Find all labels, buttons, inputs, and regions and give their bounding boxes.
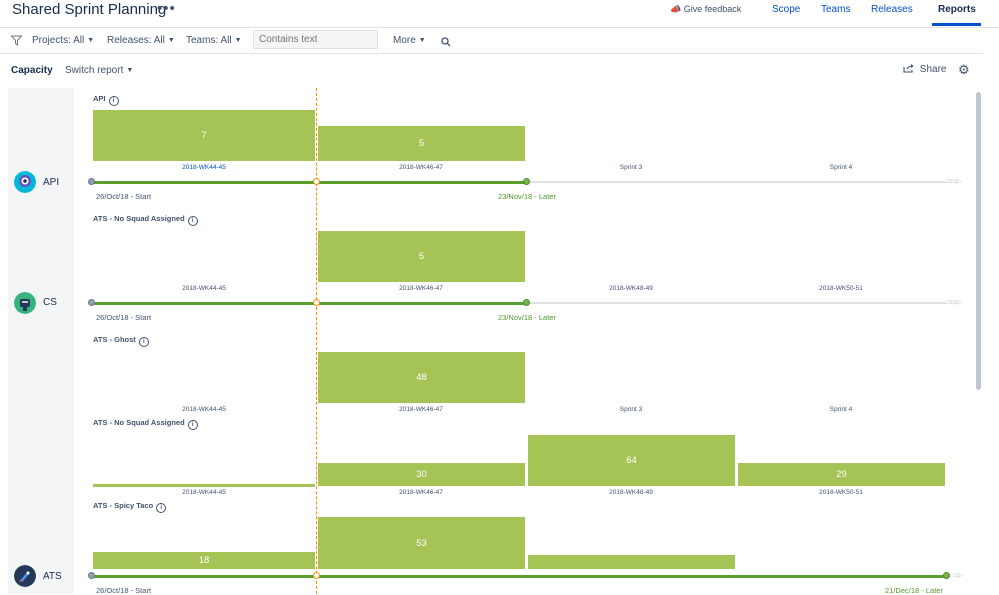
sprint-label: 2018-WK46-47: [399, 164, 443, 171]
more-actions-button[interactable]: •••: [157, 0, 176, 17]
capacity-bar[interactable]: 53: [318, 517, 525, 569]
timeline-today-handle[interactable]: [313, 299, 320, 306]
info-icon[interactable]: i: [187, 216, 198, 226]
capacity-bar[interactable]: 29: [738, 463, 945, 486]
timeline-start-handle[interactable]: [88, 572, 95, 579]
timeline-start-handle[interactable]: [88, 178, 95, 185]
timeline-today-handle[interactable]: [313, 178, 320, 185]
sprint-label: 2018-WK50-51: [819, 489, 863, 496]
sprint-label: 2018-WK46-47: [399, 489, 443, 496]
active-tab-indicator: [932, 23, 981, 26]
sprint-label: 2018-WK46-47: [399, 285, 443, 292]
api-avatar: [14, 171, 36, 198]
filter-icon: [10, 33, 23, 51]
sprint-label: Sprint 4: [829, 406, 853, 413]
section-title: ATS - No Squad Assigned i: [93, 418, 198, 430]
cs-avatar: [14, 292, 36, 319]
section-title: ATS - No Squad Assigned i: [93, 214, 198, 226]
section-title: API i: [93, 94, 119, 106]
sprint-label: Sprint 3: [619, 164, 643, 171]
team-label-api: API: [43, 177, 60, 188]
capacity-bar[interactable]: 64: [528, 435, 735, 486]
info-icon[interactable]: i: [138, 337, 149, 347]
switch-report-dropdown[interactable]: Switch report ▼: [65, 65, 133, 76]
timeline-end-handle[interactable]: [943, 572, 950, 579]
search-input[interactable]: [253, 30, 378, 49]
sprint-label: 2018-WK48-49: [609, 489, 653, 496]
timeline-start-date: 26/Oct/18 - Start: [96, 192, 152, 201]
sprint-label: Sprint 3: [619, 406, 643, 413]
tab-releases[interactable]: Releases: [871, 4, 913, 15]
share-icon: [903, 64, 917, 75]
more-filters-button[interactable]: More ▼: [393, 35, 426, 46]
megaphone-icon: 📣: [670, 4, 682, 14]
capacity-bar-empty: [93, 484, 315, 487]
team-sidebar: [8, 88, 74, 594]
sprint-label: 2018-WK44-45: [182, 285, 226, 292]
info-icon[interactable]: i: [187, 420, 198, 430]
capacity-bar[interactable]: 7: [93, 110, 315, 161]
search-icon[interactable]: [441, 34, 451, 52]
timeline-end-handle[interactable]: [523, 299, 530, 306]
info-icon[interactable]: i: [156, 503, 167, 513]
team-label-cs: CS: [43, 297, 57, 308]
timeline-end-handle[interactable]: [523, 178, 530, 185]
page-title: Shared Sprint Planning: [12, 1, 167, 18]
timeline-range: [91, 181, 527, 184]
tab-scope[interactable]: Scope: [772, 4, 800, 15]
timeline-start-date: 26/Oct/18 - Start: [96, 313, 152, 322]
sprint-label: Sprint 4: [829, 164, 853, 171]
capacity-bar[interactable]: 5: [318, 126, 525, 161]
today-marker-line: [316, 88, 317, 594]
timeline-end-date: 23/Nov/18 - Later: [498, 313, 556, 322]
vertical-scrollbar[interactable]: [976, 92, 981, 390]
timeline-today-handle[interactable]: [313, 572, 320, 579]
timeline-range: [91, 302, 527, 305]
sprint-label: 2018-WK46-47: [399, 406, 443, 413]
capacity-bar[interactable]: 5: [318, 231, 525, 282]
tab-teams[interactable]: Teams: [821, 4, 850, 15]
tab-reports[interactable]: Reports: [938, 4, 976, 15]
ats-avatar: [14, 565, 36, 592]
team-label-ats: ATS: [43, 571, 62, 582]
gear-icon[interactable]: ⚙: [958, 62, 970, 78]
capacity-bar[interactable]: [528, 555, 735, 569]
capacity-bar[interactable]: 18: [93, 552, 315, 569]
timeline-overflow: □□□□▷: [946, 300, 961, 306]
sprint-label[interactable]: 2018-WK44-45: [144, 164, 264, 171]
sprint-label: 2018-WK50-51: [819, 285, 863, 292]
capacity-bar[interactable]: 48: [318, 352, 525, 403]
sprint-label: 2018-WK44-45: [182, 406, 226, 413]
sprint-label: 2018-WK44-45: [182, 489, 226, 496]
timeline-range: [91, 575, 947, 578]
timeline-start-handle[interactable]: [88, 299, 95, 306]
section-title: ATS - Ghost i: [93, 335, 149, 347]
give-feedback-link[interactable]: 📣 Give feedback: [670, 4, 741, 15]
capacity-bar[interactable]: 30: [318, 463, 525, 486]
section-title: ATS - Spicy Taco i: [93, 501, 167, 513]
report-title: Capacity: [11, 65, 53, 76]
releases-filter[interactable]: Releases: All ▼: [107, 35, 175, 46]
projects-filter[interactable]: Projects: All ▼: [32, 35, 94, 46]
timeline-end-date: 23/Nov/18 - Later: [498, 192, 556, 201]
info-icon[interactable]: i: [108, 96, 119, 106]
share-button[interactable]: Share: [903, 64, 946, 75]
teams-filter[interactable]: Teams: All ▼: [186, 35, 242, 46]
timeline-overflow: □□▷: [953, 573, 963, 579]
sprint-label: 2018-WK48-49: [609, 285, 653, 292]
timeline-overflow: □□□□▷: [946, 179, 961, 185]
